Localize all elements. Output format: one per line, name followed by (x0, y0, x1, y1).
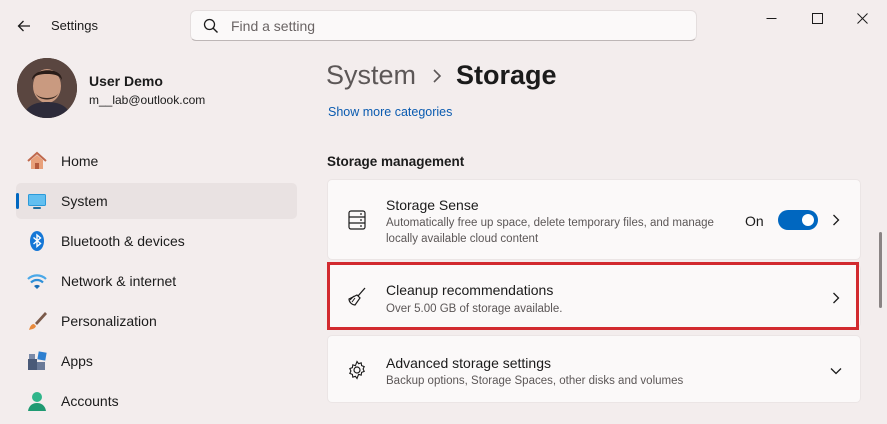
sidebar-item-label: Personalization (61, 313, 157, 329)
card-title: Advanced storage settings (386, 355, 551, 371)
gear-icon (346, 359, 368, 381)
breadcrumb-parent[interactable]: System (326, 60, 416, 91)
home-icon (26, 150, 48, 172)
toggle-state-label: On (745, 213, 764, 229)
monitor-icon (26, 190, 48, 212)
advanced-storage-settings-card[interactable]: Advanced storage settings Backup options… (327, 335, 861, 403)
section-title: Storage management (327, 154, 465, 169)
brush-icon (26, 310, 48, 332)
user-email: m__lab@outlook.com (89, 93, 206, 107)
scrollbar[interactable] (879, 232, 882, 308)
toggle-knob (802, 214, 814, 226)
maximize-icon (811, 12, 823, 24)
card-description: Over 5.00 GB of storage available. (386, 303, 563, 315)
search-input[interactable] (231, 17, 671, 34)
sidebar-item-label: Home (61, 153, 99, 169)
sidebar-item-label: Network & internet (61, 273, 177, 289)
search-box[interactable] (190, 10, 697, 41)
storage-drive-icon (346, 209, 368, 231)
close-icon (856, 12, 868, 24)
app-title: Settings (51, 18, 98, 33)
sidebar-item-label: System (61, 193, 108, 209)
sidebar-item-system[interactable]: System (16, 183, 297, 219)
sidebar-item-apps[interactable]: Apps (16, 343, 297, 379)
sidebar-item-personalization[interactable]: Personalization (16, 303, 297, 339)
avatar[interactable] (17, 58, 77, 118)
breadcrumb: System Storage (326, 60, 557, 91)
title-bar: Settings (0, 0, 887, 48)
person-icon (26, 390, 48, 412)
sidebar-item-home[interactable]: Home (16, 143, 297, 179)
chevron-down-icon (828, 363, 844, 379)
sidebar-item-network[interactable]: Network & internet (16, 263, 297, 299)
card-title: Storage Sense (386, 197, 479, 213)
maximize-button[interactable] (802, 6, 832, 30)
close-button[interactable] (847, 6, 877, 30)
chevron-right-icon (432, 68, 442, 83)
minimize-button[interactable] (756, 6, 786, 30)
user-avatar-icon (17, 58, 77, 118)
cleanup-recommendations-card[interactable]: Cleanup recommendations Over 5.00 GB of … (327, 264, 861, 328)
sidebar-item-accounts[interactable]: Accounts (16, 383, 297, 419)
wifi-icon (26, 270, 48, 292)
search-icon (203, 18, 219, 34)
apps-icon (26, 350, 48, 372)
show-more-categories-link[interactable]: Show more categories (328, 105, 452, 119)
card-description: Automatically free up space, delete temp… (386, 217, 714, 245)
minimize-icon (766, 17, 776, 19)
sidebar-item-label: Apps (61, 353, 93, 369)
back-button[interactable] (10, 12, 38, 40)
page-title: Storage (456, 60, 557, 90)
sidebar-item-label: Accounts (61, 393, 119, 409)
broom-icon (346, 286, 368, 308)
sidebar-item-bluetooth[interactable]: Bluetooth & devices (16, 223, 297, 259)
storage-sense-card[interactable]: Storage Sense Automatically free up spac… (327, 179, 861, 260)
chevron-right-icon (828, 290, 844, 306)
chevron-right-icon (828, 212, 844, 228)
bluetooth-icon (26, 230, 48, 252)
card-title: Cleanup recommendations (386, 282, 554, 298)
sidebar-nav: Home System Bluetooth & devices Network … (16, 143, 297, 423)
back-arrow-icon (17, 20, 30, 32)
sidebar-item-label: Bluetooth & devices (61, 233, 185, 249)
user-name: User Demo (89, 73, 163, 89)
storage-sense-toggle[interactable] (778, 210, 818, 230)
card-description: Backup options, Storage Spaces, other di… (386, 375, 684, 387)
